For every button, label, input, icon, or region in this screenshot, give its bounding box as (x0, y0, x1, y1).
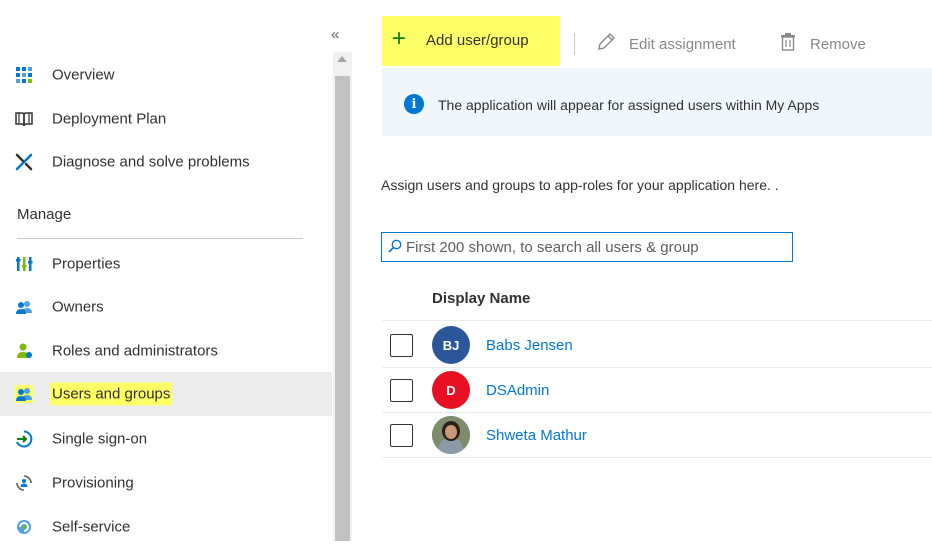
sidebar-item-label: Owners (52, 298, 104, 316)
sidebar-item-owners[interactable]: Owners (0, 285, 332, 329)
wrench-icon (15, 153, 33, 171)
search-input[interactable] (406, 236, 776, 258)
sidebar-item-label: Provisioning (52, 474, 134, 492)
sidebar-item-label: Diagnose and solve problems (52, 153, 250, 171)
user-name-link[interactable]: DSAdmin (486, 382, 549, 399)
sidebar-item-label: Roles and administrators (52, 342, 218, 360)
roles-icon (15, 342, 33, 360)
add-user-group-button[interactable]: + Add user/group (382, 16, 560, 66)
sidebar-item-self-service[interactable]: Self-service (0, 505, 332, 549)
scroll-thumb[interactable] (335, 76, 350, 541)
sidebar-item-properties[interactable]: Properties (0, 242, 332, 286)
sidebar-scrollbar[interactable] (333, 52, 352, 541)
self-service-icon (15, 518, 33, 536)
sidebar-item-label: Self-service (52, 518, 131, 536)
column-header-display-name[interactable]: Display Name (432, 290, 530, 307)
sidebar-item-diagnose[interactable]: Diagnose and solve problems (0, 140, 332, 184)
users-groups-icon (15, 385, 33, 403)
sidebar-item-overview[interactable]: Overview (0, 53, 332, 97)
info-icon: i (404, 94, 424, 114)
sidebar-item-label: Single sign-on (52, 430, 148, 448)
search-icon (388, 239, 402, 253)
pencil-icon (596, 32, 616, 56)
avatar: D (432, 371, 470, 409)
sidebar-item-provisioning[interactable]: Provisioning (0, 461, 332, 505)
sidebar-item-label: Users and groups (50, 382, 173, 406)
edit-assignment-button[interactable]: Edit assignment (629, 36, 736, 53)
search-box[interactable] (381, 232, 793, 262)
avatar-photo (432, 416, 470, 454)
table-row[interactable]: Shweta Mathur (382, 413, 932, 458)
sidebar-item-label: Deployment Plan (52, 110, 167, 128)
section-divider (17, 238, 303, 239)
remove-button[interactable]: Remove (810, 36, 866, 53)
avatar-initials: BJ (442, 337, 460, 353)
avatar-initials: D (446, 382, 456, 398)
row-checkbox[interactable] (390, 424, 413, 447)
info-banner-text: The application will appear for assigned… (438, 97, 820, 113)
sidebar-item-deployment-plan[interactable]: Deployment Plan (0, 97, 332, 141)
toolbar-divider (574, 33, 575, 55)
row-checkbox[interactable] (390, 379, 413, 402)
add-user-group-label: Add user/group (426, 32, 529, 49)
sidebar-item-roles[interactable]: Roles and administrators (0, 329, 332, 373)
sidebar-item-single-sign-on[interactable]: Single sign-on (0, 417, 332, 461)
sidebar-item-label: Overview (52, 66, 115, 84)
header-divider (382, 320, 932, 321)
user-name-link[interactable]: Shweta Mathur (486, 427, 587, 444)
sidebar: Overview Deployment Plan Diagnose and so… (0, 0, 332, 541)
collapse-sidebar-button[interactable]: « (331, 26, 339, 43)
assign-description: Assign users and groups to app-roles for… (381, 177, 779, 193)
trash-icon (779, 32, 797, 56)
sidebar-item-users-and-groups[interactable]: Users and groups (0, 372, 332, 416)
row-checkbox[interactable] (390, 334, 413, 357)
sso-icon (15, 430, 33, 448)
provisioning-icon (15, 474, 33, 492)
avatar: BJ (432, 326, 470, 364)
section-manage-label: Manage (17, 206, 72, 223)
sidebar-item-label: Properties (52, 255, 121, 273)
owners-icon (15, 298, 33, 316)
user-name-link[interactable]: Babs Jensen (486, 337, 573, 354)
properties-bars-icon (15, 255, 33, 273)
overview-grid-icon (15, 66, 33, 84)
scroll-up-icon[interactable] (337, 56, 347, 62)
plus-icon: + (392, 25, 407, 52)
book-icon (15, 110, 33, 128)
table-row[interactable]: D DSAdmin (382, 368, 932, 413)
user-photo-icon (432, 416, 470, 454)
table-row[interactable]: BJ Babs Jensen (382, 323, 932, 368)
